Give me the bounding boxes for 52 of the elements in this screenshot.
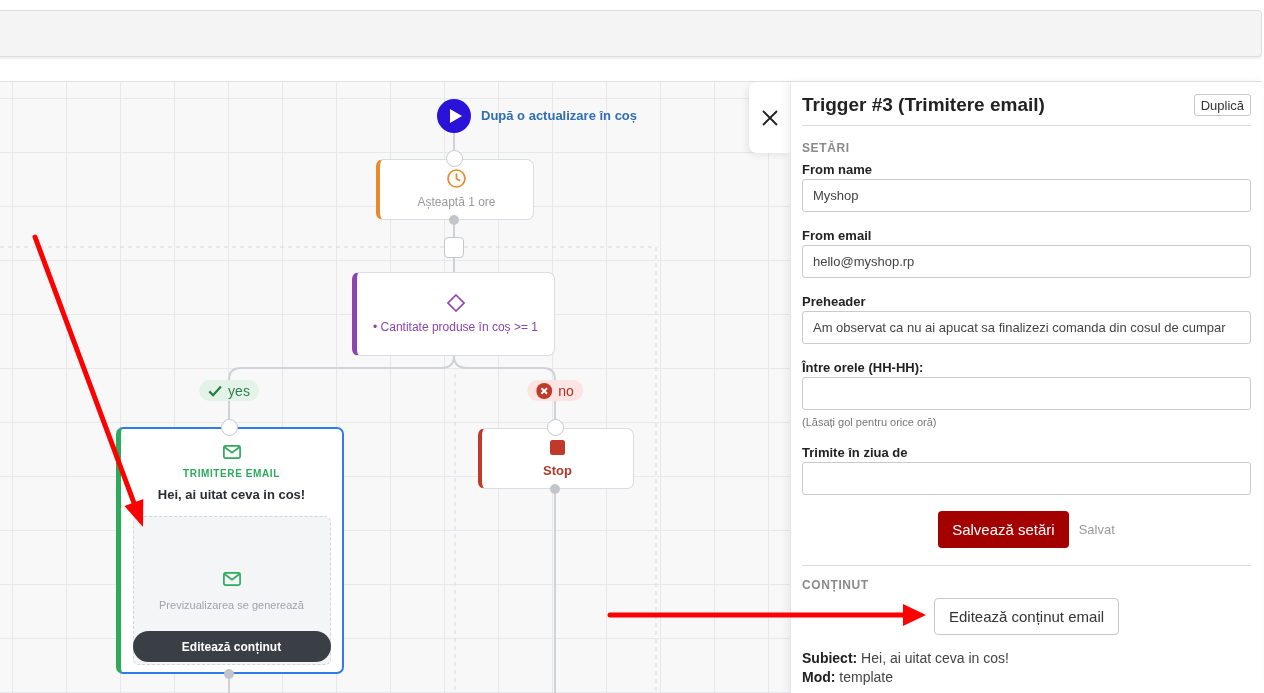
edit-content-button[interactable]: Editează conținut <box>132 631 331 662</box>
connector-port[interactable] <box>445 149 463 167</box>
detail-text: Mod: template <box>802 668 895 687</box>
field-label: From name <box>802 162 874 178</box>
mail-icon <box>222 445 241 459</box>
section-heading: SETĂRI <box>802 141 851 155</box>
text-field[interactable] <box>802 462 1251 495</box>
field-hint: (Lăsați gol pentru orice oră) <box>802 415 938 429</box>
connector-dot[interactable] <box>449 215 459 225</box>
detail-text: Subiect: Hei, ai uitat ceva in cos! <box>802 649 1010 668</box>
step-slot[interactable] <box>444 237 464 258</box>
x-circle-icon <box>536 382 553 399</box>
panel-title: Trigger #3 (Trimitere email) <box>802 94 1045 116</box>
step-type-label: TRIMITERE EMAIL <box>183 467 280 481</box>
close-button[interactable] <box>749 82 790 153</box>
preview-status-text: Previzualizarea se generează <box>159 598 304 612</box>
save-status-text: Salvat <box>1078 522 1115 537</box>
duplicate-button[interactable]: Duplică <box>1193 94 1251 116</box>
branch-label: yes <box>228 382 250 399</box>
connector-dot[interactable] <box>550 484 560 494</box>
field-label: Trimite în ziua de <box>802 445 909 461</box>
save-settings-button[interactable]: Salvează setări <box>938 511 1069 548</box>
step-text: Așteaptă 1 ore <box>417 194 496 210</box>
mail-icon <box>222 572 241 586</box>
email-subject: Hei, ai uitat ceva in cos! <box>157 486 306 503</box>
field-label: From email <box>802 228 873 244</box>
field-label: Între orele (HH-HH): <box>802 360 925 376</box>
field-label: Preheader <box>802 294 867 310</box>
trigger-label: După o actualizare în coș <box>481 108 638 124</box>
connector-port[interactable] <box>546 418 564 436</box>
edit-email-content-button[interactable]: Editează conținut email <box>933 598 1120 635</box>
close-icon <box>761 109 778 126</box>
connector-dot[interactable] <box>224 669 234 679</box>
text-field[interactable]: Am observat ca nu ai apucat sa finalizezi comanda din cosul de cumpar <box>802 311 1251 344</box>
email-step-node[interactable]: TRIMITERE EMAIL Hei, ai uitat ceva in cos! Previzualizarea se generează Editează conținut <box>116 427 344 674</box>
text-field[interactable]: Myshop <box>802 179 1251 212</box>
play-icon[interactable] <box>437 99 471 133</box>
check-icon <box>208 384 223 397</box>
connector-port[interactable] <box>220 418 238 436</box>
condition-text: • Cantitate produse în coș >= 1 <box>373 319 538 335</box>
text-field[interactable] <box>802 377 1251 410</box>
stop-icon <box>550 440 565 455</box>
section-heading: CONȚINUT <box>802 578 870 592</box>
stop-node[interactable]: Stop <box>478 428 634 489</box>
step-title: Stop <box>543 463 572 479</box>
diamond-icon <box>446 294 465 312</box>
branch-label: no <box>558 382 574 399</box>
condition-node[interactable]: • Cantitate produse în coș >= 1 <box>352 272 555 356</box>
clock-icon <box>447 169 466 188</box>
connector-line <box>453 257 455 273</box>
connector-line <box>453 132 455 151</box>
text-field[interactable]: hello@myshop.rp <box>802 245 1251 278</box>
